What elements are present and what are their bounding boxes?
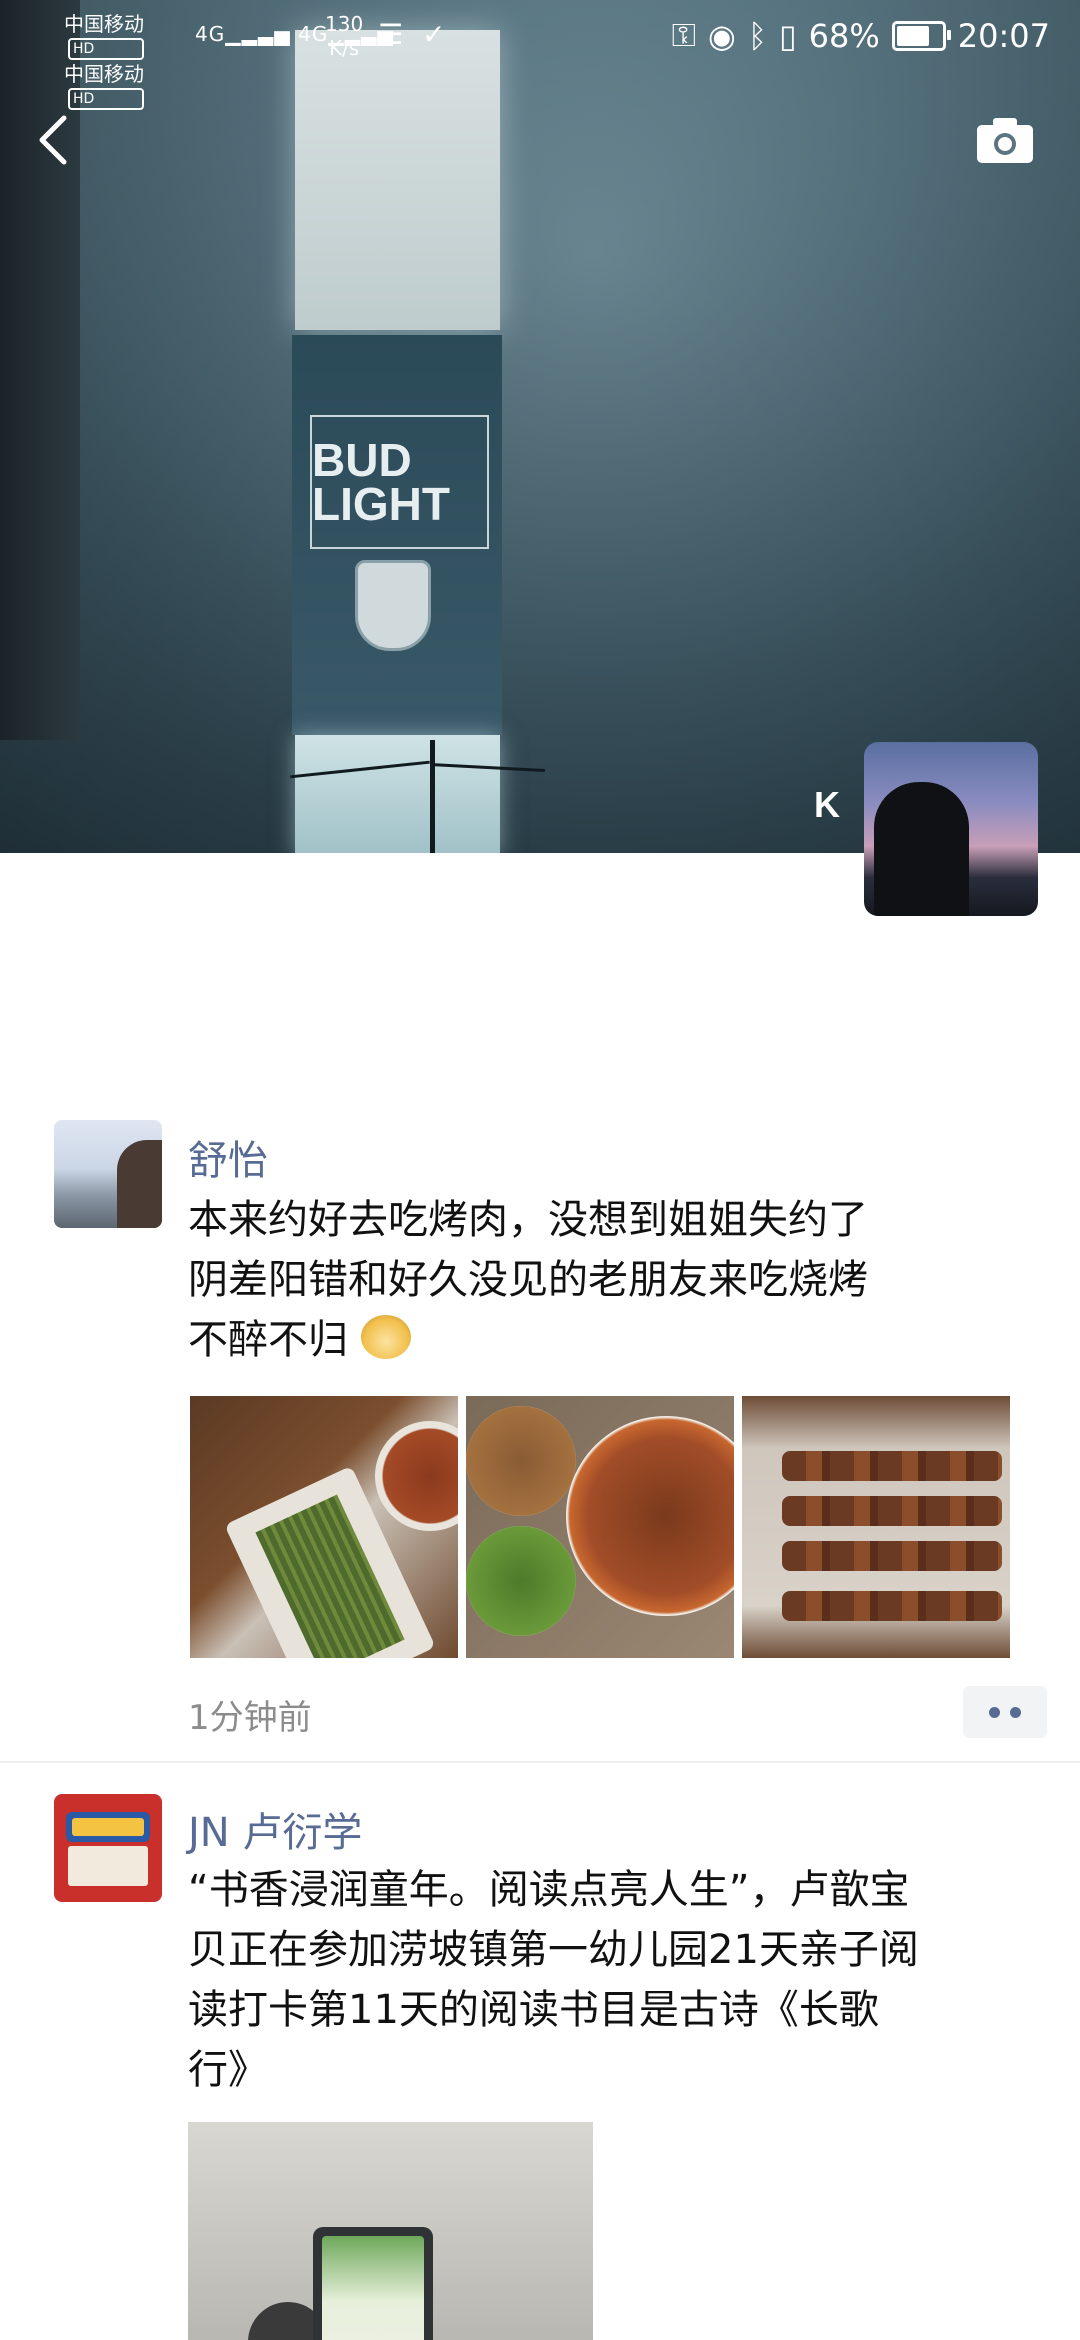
- profile-avatar[interactable]: [864, 742, 1038, 916]
- network-speed-value: 130: [325, 12, 364, 36]
- photo-tablet-screen: [322, 2236, 424, 2340]
- post-text-line: “书香浸润童年。阅读点亮人生”，卢歆宝: [188, 1867, 910, 1913]
- carrier-2-text: 中国移动: [64, 62, 144, 86]
- app-notification-icon: ☰: [378, 18, 404, 51]
- status-right: ⚿ ◉ ᛒ ▯ 68% 20:07: [672, 16, 1050, 55]
- post-text-line: 行》: [188, 2047, 268, 2093]
- post-text-line: 本来约好去吃烤肉，没想到姐姐失约了: [188, 1197, 868, 1243]
- chevron-left-icon: [39, 115, 67, 165]
- cover-haze: [0, 0, 1080, 853]
- post-text-line: 贝正在参加涝坡镇第一幼儿园21天亲子阅: [188, 1927, 919, 1973]
- carrier-1: 中国移动 HD: [64, 10, 144, 60]
- vibrate-icon: ▯: [779, 16, 797, 55]
- author-name[interactable]: JN 卢衍学: [188, 1800, 362, 1858]
- clock: 20:07: [957, 16, 1050, 55]
- status-bar: 中国移动 HD 中国移动 HD 4G▁▂▃▅ 4G▁▂▃▅ 130 K/s ☰ ✓ …: [0, 0, 1080, 110]
- moment-post: 舒怡 本来约好去吃烤肉，没想到姐姐失约了 阴差阳错和好久没见的老朋友来吃烧烤 不…: [0, 1120, 1080, 1760]
- post-text-line: 读打卡第11天的阅读书目是古诗《长歌: [188, 1987, 879, 2033]
- battery-icon: [891, 20, 951, 51]
- carrier-2: 中国移动 HD: [64, 60, 144, 110]
- avatar-sign: [72, 1818, 144, 1836]
- avatar-silhouette: [874, 782, 969, 916]
- post-divider: [0, 1761, 1080, 1763]
- checkmark-icon: ✓: [422, 18, 446, 51]
- network-type-2: 4G: [298, 22, 329, 46]
- more-button[interactable]: [963, 1686, 1047, 1738]
- post-text-line: 不醉不归: [188, 1317, 348, 1363]
- network-speed: 130 K/s: [325, 12, 363, 60]
- cover-image[interactable]: BUD LIGHT: [0, 0, 1080, 853]
- network-type-1: 4G: [195, 22, 226, 46]
- photo-grid: [190, 1396, 1010, 1658]
- network-speed-unit: K/s: [328, 36, 360, 60]
- photo-skewer: [782, 1541, 1002, 1571]
- post-text-line-last: 不醉不归: [188, 1310, 1008, 1370]
- cat-emoji-icon: [360, 1315, 411, 1359]
- photo-thumbnail[interactable]: [188, 2122, 593, 2340]
- photo-skewer: [782, 1591, 1002, 1621]
- photo-food-edamame: [466, 1526, 576, 1636]
- photo-thumbnail[interactable]: [742, 1396, 1010, 1658]
- carrier-labels: 中国移动 HD 中国移动 HD: [64, 10, 144, 110]
- photo-food-peanuts: [466, 1406, 576, 1516]
- avatar[interactable]: [54, 1120, 162, 1228]
- avatar-building: [68, 1846, 148, 1886]
- photo-skewer: [782, 1496, 1002, 1526]
- hd-badge-1: HD: [68, 38, 144, 60]
- cover-bottom-screen: [295, 735, 500, 853]
- author-name[interactable]: 舒怡: [188, 1128, 268, 1186]
- more-dots-icon: [989, 1706, 1000, 1718]
- signal-bars-1-icon: ▁▂▃▅: [225, 22, 291, 46]
- post-time: 1分钟前: [188, 1698, 312, 1738]
- carrier-1-text: 中国移动: [64, 12, 144, 36]
- hd-badge-2: HD: [68, 88, 144, 110]
- key-icon: ⚿: [671, 16, 696, 54]
- battery-fill: [896, 25, 930, 46]
- bluetooth-icon: ᛒ: [747, 16, 768, 55]
- post-text: “书香浸润童年。阅读点亮人生”，卢歆宝 贝正在参加涝坡镇第一幼儿园21天亲子阅 …: [188, 1860, 1008, 2100]
- cover-lamp-pole: [430, 740, 435, 853]
- post-text-line: 阴差阳错和好久没见的老朋友来吃烧烤: [188, 1257, 868, 1303]
- profile-name: K: [814, 784, 840, 825]
- camera-icon: [977, 118, 1033, 163]
- cover-bud-light-sign: BUD LIGHT: [310, 415, 489, 549]
- photo-skewer: [782, 1451, 1002, 1481]
- more-dots-icon: [1010, 1706, 1021, 1718]
- signal-icons: 4G▁▂▃▅ 4G▁▂▃▅: [195, 22, 394, 46]
- cover-nfl-logo: [355, 560, 431, 651]
- back-button[interactable]: [30, 110, 80, 170]
- post-text: 本来约好去吃烤肉，没想到姐姐失约了 阴差阳错和好久没见的老朋友来吃烧烤 不醉不归: [188, 1190, 1008, 1370]
- notification-icons: ☰ ✓: [378, 18, 445, 51]
- photo-thumbnail[interactable]: [190, 1396, 458, 1658]
- battery-percent: 68%: [808, 16, 880, 55]
- avatar-person: [117, 1140, 162, 1228]
- photo-food-bowl: [375, 1421, 458, 1531]
- photo-food-dish: [566, 1416, 734, 1616]
- camera-button[interactable]: [975, 115, 1035, 165]
- moment-post: JN 卢衍学 “书香浸润童年。阅读点亮人生”，卢歆宝 贝正在参加涝坡镇第一幼儿园…: [0, 1794, 1080, 2340]
- avatar[interactable]: [54, 1794, 162, 1902]
- eye-icon: ◉: [707, 16, 736, 55]
- photo-thumbnail[interactable]: [466, 1396, 734, 1658]
